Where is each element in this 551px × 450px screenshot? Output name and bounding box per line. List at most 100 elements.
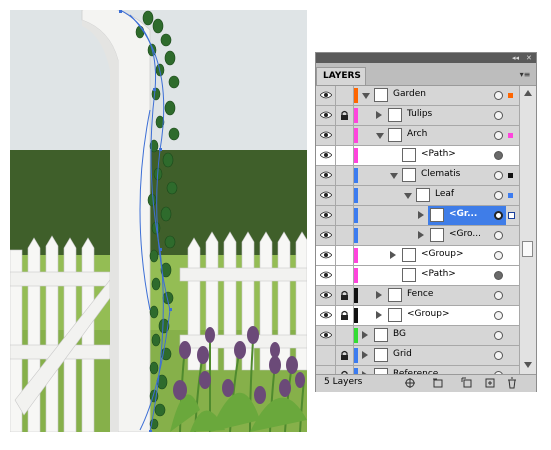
lock-toggle[interactable] bbox=[336, 146, 354, 165]
visibility-toggle[interactable] bbox=[316, 346, 336, 365]
layer-row[interactable]: BG bbox=[316, 326, 519, 346]
layer-row[interactable]: Garden bbox=[316, 86, 519, 106]
layer-name: Grid bbox=[393, 349, 412, 359]
eye-icon bbox=[320, 311, 332, 319]
layer-row[interactable]: <Path> bbox=[316, 266, 519, 286]
visibility-toggle[interactable] bbox=[316, 126, 336, 145]
eye-icon bbox=[320, 131, 332, 139]
layer-row[interactable]: Reference bbox=[316, 366, 519, 374]
lock-toggle[interactable] bbox=[336, 126, 354, 145]
target-circle[interactable] bbox=[494, 351, 503, 360]
layer-thumbnail bbox=[374, 348, 388, 362]
visibility-toggle[interactable] bbox=[316, 86, 336, 105]
expand-right-icon[interactable] bbox=[390, 251, 396, 259]
layer-row[interactable]: Fence bbox=[316, 286, 519, 306]
new-layer-icon[interactable] bbox=[484, 377, 496, 389]
expand-down-icon[interactable] bbox=[390, 173, 398, 179]
make-clipping-mask-icon[interactable] bbox=[432, 377, 444, 389]
scrollbar[interactable] bbox=[519, 86, 536, 374]
layer-row[interactable]: Clematis bbox=[316, 166, 519, 186]
layer-color-swatch bbox=[354, 108, 358, 123]
layer-row[interactable]: Leaf bbox=[316, 186, 519, 206]
target-circle[interactable] bbox=[494, 311, 503, 320]
visibility-toggle[interactable] bbox=[316, 246, 336, 265]
trash-icon[interactable] bbox=[506, 377, 518, 389]
visibility-toggle[interactable] bbox=[316, 326, 336, 345]
panel-titlebar[interactable]: ◂◂ ✕ bbox=[316, 53, 536, 63]
lock-icon bbox=[341, 290, 348, 300]
layer-row[interactable]: Arch bbox=[316, 126, 519, 146]
lock-toggle[interactable] bbox=[336, 246, 354, 265]
lock-toggle[interactable] bbox=[336, 186, 354, 205]
garden-artwork bbox=[10, 10, 307, 432]
layer-row[interactable]: <Gro... bbox=[316, 226, 519, 246]
layer-row[interactable]: Tulips bbox=[316, 106, 519, 126]
eye-icon bbox=[320, 171, 332, 179]
layer-name: BG bbox=[393, 329, 406, 339]
expand-right-icon[interactable] bbox=[376, 111, 382, 119]
selection-indicator bbox=[508, 93, 513, 98]
target-circle[interactable] bbox=[494, 231, 503, 240]
target-circle[interactable] bbox=[494, 211, 503, 220]
layer-color-swatch bbox=[354, 288, 358, 303]
expand-right-icon[interactable] bbox=[418, 211, 424, 219]
layer-row[interactable]: <Path> bbox=[316, 146, 519, 166]
layer-row[interactable]: <Group> bbox=[316, 246, 519, 266]
scroll-thumb[interactable] bbox=[522, 241, 533, 257]
target-circle[interactable] bbox=[494, 191, 503, 200]
lock-toggle[interactable] bbox=[336, 86, 354, 105]
visibility-toggle[interactable] bbox=[316, 206, 336, 225]
lock-toggle[interactable] bbox=[336, 326, 354, 345]
scroll-down-icon[interactable] bbox=[524, 362, 532, 368]
visibility-toggle[interactable] bbox=[316, 306, 336, 325]
expand-down-icon[interactable] bbox=[376, 133, 384, 139]
artboard-canvas[interactable] bbox=[10, 10, 307, 432]
layer-thumbnail bbox=[430, 208, 444, 222]
target-circle[interactable] bbox=[494, 291, 503, 300]
layer-color-swatch bbox=[354, 348, 358, 363]
lock-icon bbox=[341, 110, 348, 120]
visibility-toggle[interactable] bbox=[316, 366, 336, 374]
target-circle[interactable] bbox=[494, 131, 503, 140]
lock-toggle[interactable] bbox=[336, 266, 354, 285]
target-circle[interactable] bbox=[494, 111, 503, 120]
locate-object-icon[interactable] bbox=[404, 377, 416, 389]
layer-row[interactable]: <Group> bbox=[316, 306, 519, 326]
expand-down-icon[interactable] bbox=[404, 193, 412, 199]
tab-layers[interactable]: LAYERS bbox=[316, 67, 366, 85]
expand-right-icon[interactable] bbox=[418, 231, 424, 239]
visibility-toggle[interactable] bbox=[316, 146, 336, 165]
lock-toggle[interactable] bbox=[336, 226, 354, 245]
layer-name: <Path> bbox=[421, 149, 456, 159]
visibility-toggle[interactable] bbox=[316, 266, 336, 285]
target-circle[interactable] bbox=[494, 91, 503, 100]
close-icon[interactable]: ✕ bbox=[526, 53, 532, 63]
target-circle[interactable] bbox=[494, 331, 503, 340]
lock-icon bbox=[341, 350, 348, 360]
target-circle[interactable] bbox=[494, 251, 503, 260]
layer-row[interactable]: <Gr... bbox=[316, 206, 519, 226]
layer-color-swatch bbox=[354, 88, 358, 103]
lock-toggle[interactable] bbox=[336, 206, 354, 225]
visibility-toggle[interactable] bbox=[316, 106, 336, 125]
target-circle[interactable] bbox=[494, 151, 503, 160]
target-circle[interactable] bbox=[494, 171, 503, 180]
collapse-icon[interactable]: ◂◂ bbox=[512, 53, 519, 63]
expand-right-icon[interactable] bbox=[376, 291, 382, 299]
target-circle[interactable] bbox=[494, 271, 503, 280]
visibility-toggle[interactable] bbox=[316, 226, 336, 245]
lock-toggle[interactable] bbox=[336, 166, 354, 185]
visibility-toggle[interactable] bbox=[316, 186, 336, 205]
lock-icon bbox=[341, 310, 348, 320]
expand-down-icon[interactable] bbox=[362, 93, 370, 99]
expand-right-icon[interactable] bbox=[376, 311, 382, 319]
scroll-up-icon[interactable] bbox=[524, 90, 532, 96]
new-sublayer-icon[interactable] bbox=[461, 377, 473, 389]
visibility-toggle[interactable] bbox=[316, 166, 336, 185]
layer-color-swatch bbox=[354, 148, 358, 163]
layer-row[interactable]: Grid bbox=[316, 346, 519, 366]
visibility-toggle[interactable] bbox=[316, 286, 336, 305]
panel-menu-icon[interactable]: ▾≡ bbox=[518, 71, 532, 79]
expand-right-icon[interactable] bbox=[362, 331, 368, 339]
expand-right-icon[interactable] bbox=[362, 351, 368, 359]
